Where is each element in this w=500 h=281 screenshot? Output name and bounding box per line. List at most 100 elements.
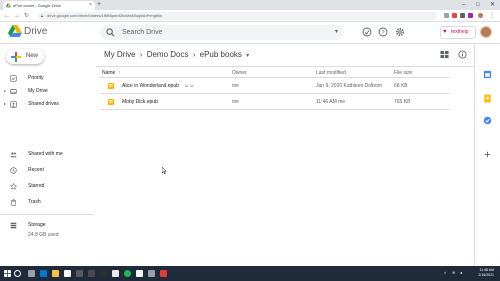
expand-caret-icon[interactable]: ▸ [4,86,6,96]
sidebar-item-recent[interactable]: Recent [0,165,94,175]
shared-people-icon: ☺☺ [184,83,195,89]
sidebar: New Priority ▸ My Drive ▸ Shared drives … [0,44,96,266]
extension-icon[interactable] [460,13,465,18]
sidebar-item-label: Recent [28,167,44,173]
toolbar-divider [96,66,474,67]
extension-icon[interactable] [444,13,449,18]
expand-caret-icon[interactable]: ▸ [4,99,6,109]
sidebar-item-shared-with-me[interactable]: Shared with me [0,149,94,159]
app-icon[interactable] [148,270,155,277]
file-last-modified: 11:46 AM me [316,99,346,105]
file-owner: me [232,83,239,89]
breadcrumb-item-my-drive[interactable]: My Drive [104,48,136,62]
window-close-button[interactable]: ✕ [490,0,495,10]
trash-icon [11,199,16,206]
drive-logo-text[interactable]: Drive [24,25,47,39]
extension-icon[interactable] [452,13,457,18]
search-options-dropdown-icon[interactable]: ▾ [335,25,338,40]
brand-label: texthelp [451,29,469,35]
sidebar-item-label: Priority [28,75,44,81]
system-clock[interactable]: 11:48 AM 2/16/2021 [478,268,494,278]
column-header-last-modified[interactable]: Last modified [316,69,346,77]
window-minimize-button[interactable]: – [462,0,465,10]
breadcrumb-item-demo-docs[interactable]: Demo Docs [147,48,189,62]
drive-header: Drive Search Drive ▾ ? ♥ texthelp [0,22,500,44]
tray-overflow-icon[interactable]: ˄ [444,270,446,275]
app-icon[interactable] [88,270,95,277]
app-icon[interactable] [160,270,167,277]
volume-icon[interactable]: ◂ [460,270,462,275]
sidebar-item-storage[interactable]: Storage [0,220,94,230]
epub-file-icon [108,83,114,89]
gear-icon[interactable] [395,27,405,37]
app-icon[interactable] [112,270,119,277]
url-text: drive.google.com/drive/folders/1fbB6pdnf… [47,13,163,18]
get-add-ons-icon[interactable] [483,150,492,159]
windows-start-icon[interactable] [4,270,11,277]
sidebar-item-label: Shared drives [28,101,59,107]
edge-icon[interactable] [40,270,47,277]
wifi-icon[interactable]: ≋ [452,270,455,275]
svg-text:?: ? [381,30,384,36]
sidebar-item-my-drive[interactable]: ▸ My Drive [0,86,94,96]
profile-avatar-icon[interactable] [478,13,483,18]
sidebar-item-shared-drives[interactable]: ▸ Shared drives [0,99,94,109]
keep-icon[interactable] [483,94,492,103]
browser-tab[interactable]: ePub books - Google Drive × [3,1,95,10]
address-bar[interactable]: 🔒︎ drive.google.com/drive/folders/1fbB6p… [38,12,438,20]
sort-arrow-icon[interactable]: ↑ [118,69,121,77]
task-view-icon[interactable] [28,270,35,277]
heart-icon: ♥ [443,29,447,35]
taskbar-search-icon[interactable] [14,270,21,277]
side-panel [474,44,500,266]
offline-status-icon[interactable] [362,27,372,37]
breadcrumb-separator-icon: › [139,50,143,59]
clock-date: 2/16/2021 [478,273,494,277]
grid-view-icon[interactable] [440,50,449,59]
new-tab-button[interactable]: + [97,1,101,9]
sidebar-item-starred[interactable]: Starred [0,181,94,191]
back-arrow-icon[interactable]: ← [4,11,10,21]
app-icon[interactable] [100,270,107,277]
app-icon[interactable] [136,270,143,277]
os-taskbar: ˄ ≋ ◂ 11:48 AM 2/16/2021 [0,266,500,281]
breadcrumb-item-epub-books[interactable]: ePub books [200,48,242,62]
texthelp-account-badge[interactable]: ♥ texthelp [440,26,476,39]
tasks-icon[interactable] [483,116,492,125]
window-maximize-button[interactable]: □ [476,0,480,10]
epub-file-icon [108,99,114,105]
drive-logo-icon[interactable] [8,25,22,37]
calendar-icon[interactable] [483,70,492,79]
mouse-cursor-icon [162,167,167,174]
spotify-icon[interactable] [124,270,131,277]
file-owner: me [232,99,239,105]
lock-icon: 🔒︎ [41,13,44,18]
sidebar-item-priority[interactable]: Priority [0,73,94,83]
help-icon[interactable]: ? [378,27,388,37]
search-input[interactable]: Search Drive [122,25,162,40]
browser-tab-strip: ePub books - Google Drive × + – □ ✕ [0,0,500,10]
extension-icon[interactable] [468,13,473,18]
avatar[interactable] [480,26,492,38]
file-explorer-icon[interactable] [52,270,59,277]
sidebar-item-label: Trash [28,199,41,205]
reload-icon[interactable]: ↻ [24,11,29,21]
folder-menu-dropdown-icon[interactable]: ▾ [246,49,249,63]
search-bar[interactable]: Search Drive ▾ [100,25,344,40]
tab-title: ePub books - Google Drive [13,3,62,8]
new-button[interactable]: New [6,49,44,64]
browser-menu-icon[interactable]: ⋮ [489,11,495,21]
table-row[interactable]: Moby Dick.epub me 11:46 AM me 765 KB [100,94,450,110]
app-icon[interactable] [76,270,83,277]
column-header-name[interactable]: Name [102,69,115,77]
forward-arrow-icon[interactable]: → [14,11,20,21]
tab-close-icon[interactable]: × [89,1,92,10]
sidebar-item-trash[interactable]: Trash [0,197,94,207]
search-icon[interactable] [106,28,115,37]
drive-favicon-icon [6,3,11,8]
store-icon[interactable] [64,270,71,277]
browser-toolbar: ← → ↻ 🔒︎ drive.google.com/drive/folders/… [0,10,500,22]
info-icon[interactable] [458,50,467,59]
storage-used-text: 24.8 GB used [28,232,59,238]
table-row[interactable]: Alice in Wonderland.epub ☺☺ me Jan 9, 20… [100,78,450,94]
